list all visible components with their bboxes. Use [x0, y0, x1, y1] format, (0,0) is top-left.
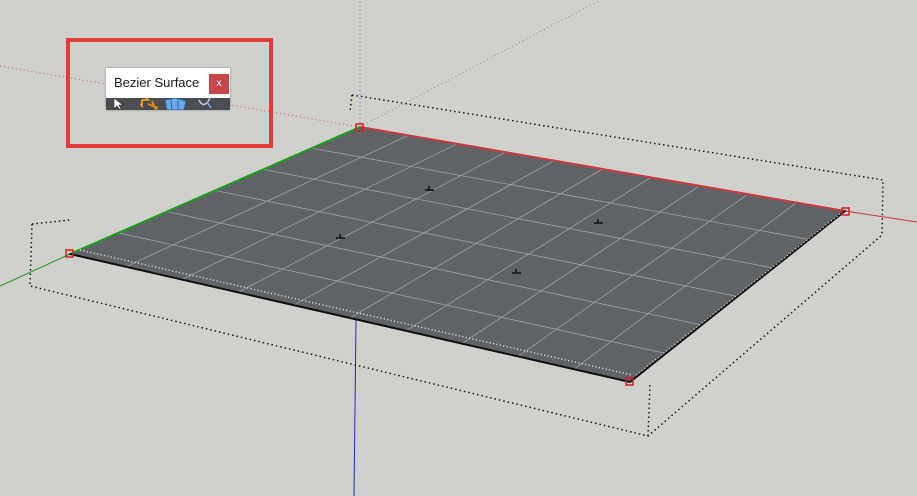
- toolbar-icon-strip: [106, 98, 230, 110]
- blue-axis: [353, 319, 357, 496]
- toolbar-title: Bezier Surface: [114, 75, 200, 90]
- green-axis-dotted: [359, 0, 601, 128]
- bezier-surface-toolbar[interactable]: Bezier Surface x: [106, 68, 230, 110]
- move-arrows-icon[interactable]: [140, 98, 160, 110]
- green-axis: [0, 253, 71, 287]
- close-button[interactable]: x: [209, 74, 229, 94]
- red-axis: [844, 210, 917, 223]
- surface-icon[interactable]: [164, 98, 188, 110]
- curve-icon[interactable]: [198, 98, 212, 110]
- select-arrow-icon[interactable]: [112, 98, 124, 110]
